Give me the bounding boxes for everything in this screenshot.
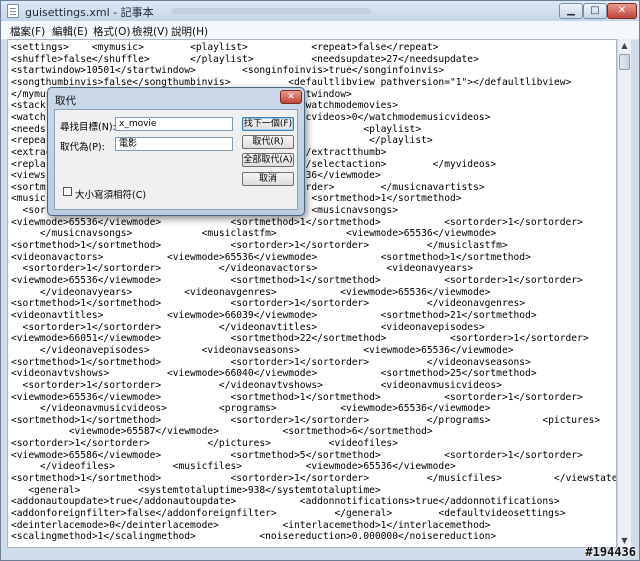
watermark-id: #194436 xyxy=(585,545,636,559)
text-line: <sortorder>1</sortorder> </videonavtvsho… xyxy=(11,379,502,391)
menu-format[interactable]: 格式(O) xyxy=(93,24,130,39)
replace-button[interactable]: 取代(R) xyxy=(242,135,294,149)
text-line: </videofiles> <musicfiles> <viewmode>655… xyxy=(11,461,456,473)
text-line: <sortmethod>1</sortmethod> <sortorder>1<… xyxy=(11,240,508,252)
title-bar[interactable]: guisettings.xml - 記事本 ▁ □ ✕ xyxy=(1,1,639,21)
text-line: </videonavepisodes> <videonavseasons> <v… xyxy=(11,344,514,356)
text-line: <viewmode>66051</viewmode> <sortmethod>2… xyxy=(11,333,589,345)
text-line: <settings> <mymusic> <playlist> <repeat>… xyxy=(11,42,439,53)
text-line: <scalingmethod>1</scalingmethod> <noiser… xyxy=(11,531,497,543)
menu-view[interactable]: 檢視(V) xyxy=(132,24,168,39)
text-line: </videonavmusicvideos> <programs> <viewm… xyxy=(11,403,491,415)
text-line: <shuffle>false</shuffle> </playlist> <ne… xyxy=(11,53,479,65)
text-line: <viewmode>65536</viewmode> <sortmethod>1… xyxy=(11,216,583,228)
text-line: <sortmethod>1</sortmethod> <sortorder>1<… xyxy=(11,356,531,368)
text-line: <viewmode>65586</viewmode> <sortmethod>5… xyxy=(11,449,583,461)
text-line: <startwindow>10501</startwindow> <songin… xyxy=(11,65,445,77)
window-title: guisettings.xml - 記事本 xyxy=(25,6,154,19)
replace-dialog: 取代 ✕ 尋找目標(N): x_movie 取代為(P): 電影 找下一個(F)… xyxy=(47,87,305,216)
title-bar-blur xyxy=(171,8,371,14)
text-line: <sortorder>1</sortorder> </videonavactor… xyxy=(11,263,474,275)
cancel-button[interactable]: 取消 xyxy=(242,172,294,186)
text-line: <sortmethod>1</sortmethod> <sortorder>1<… xyxy=(11,298,526,310)
menu-file[interactable]: 檔案(F) xyxy=(10,24,45,39)
text-line: <sortmethod>1</sortmethod> <sortorder>1<… xyxy=(11,473,617,485)
replace-with-label: 取代為(P): xyxy=(60,142,105,153)
replace-dialog-title: 取代 xyxy=(55,95,76,107)
find-what-input[interactable]: x_movie xyxy=(115,117,233,131)
match-case-checkbox[interactable] xyxy=(63,187,72,196)
scrollbar-thumb[interactable] xyxy=(619,54,630,70)
text-line: <videonavtitles> <viewmode>66039</viewmo… xyxy=(11,309,537,321)
text-line: <sortmethod>1</sortmethod> <sortorder>1<… xyxy=(11,414,601,426)
text-line: <addonautoupdate>true</addonautoupdate> … xyxy=(11,496,560,508)
find-next-button[interactable]: 找下一個(F) xyxy=(242,117,294,131)
text-line: <viewmode>65536</viewmode> <sortmethod>1… xyxy=(11,275,583,286)
maximize-button[interactable]: □ xyxy=(583,3,607,19)
replace-dialog-close-button[interactable]: ✕ xyxy=(280,90,302,104)
text-line: </videonavyears> <videonavgenres> <viewm… xyxy=(11,286,491,298)
text-line: <sortorder>1</sortorder> </videonavtitle… xyxy=(11,321,485,333)
menu-edit[interactable]: 編輯(E) xyxy=(52,24,88,39)
text-line: <videonavtvshows> <viewmode>66040</viewm… xyxy=(11,368,537,380)
text-line: <videonavactors> <viewmode>65536</viewmo… xyxy=(11,251,531,263)
text-line: <viewmode>65587</viewmode> <sortmethod>6… xyxy=(11,426,433,438)
text-line: <viewmode>65536</viewmode> <sortmethod>1… xyxy=(11,391,583,403)
minimize-button[interactable]: ▁ xyxy=(559,3,583,19)
text-line: <addonforeignfilter>false</addonforeignf… xyxy=(11,508,566,519)
replace-with-input[interactable]: 電影 xyxy=(115,137,233,151)
text-line: <general> <systemtotaluptime>938</system… xyxy=(11,484,381,496)
text-line: </musicnavsongs> <musiclastfm> <viewmode… xyxy=(11,228,497,240)
text-line: <deinterlacemode>0</deinterlacemode> <in… xyxy=(11,519,491,531)
vertical-scrollbar[interactable]: ▲ ▼ xyxy=(617,39,631,548)
window-bottom-edge xyxy=(7,548,631,559)
scroll-up-arrow-icon[interactable]: ▲ xyxy=(618,39,631,53)
replace-dialog-body: 尋找目標(N): x_movie 取代為(P): 電影 找下一個(F) 取代(R… xyxy=(54,109,298,210)
menu-bar: 檔案(F) 編輯(E) 格式(O) 檢視(V) 說明(H) xyxy=(1,21,639,40)
replace-all-button[interactable]: 全部取代(A) xyxy=(242,153,294,167)
close-button[interactable]: ✕ xyxy=(607,3,637,19)
text-line: <sortorder>1</sortorder> </pictures> <vi… xyxy=(11,438,398,450)
find-what-label: 尋找目標(N): xyxy=(60,122,116,133)
menu-help[interactable]: 說明(H) xyxy=(171,24,208,39)
match-case-label: 大小寫須相符(C) xyxy=(75,190,147,201)
notepad-app-icon xyxy=(7,4,19,18)
